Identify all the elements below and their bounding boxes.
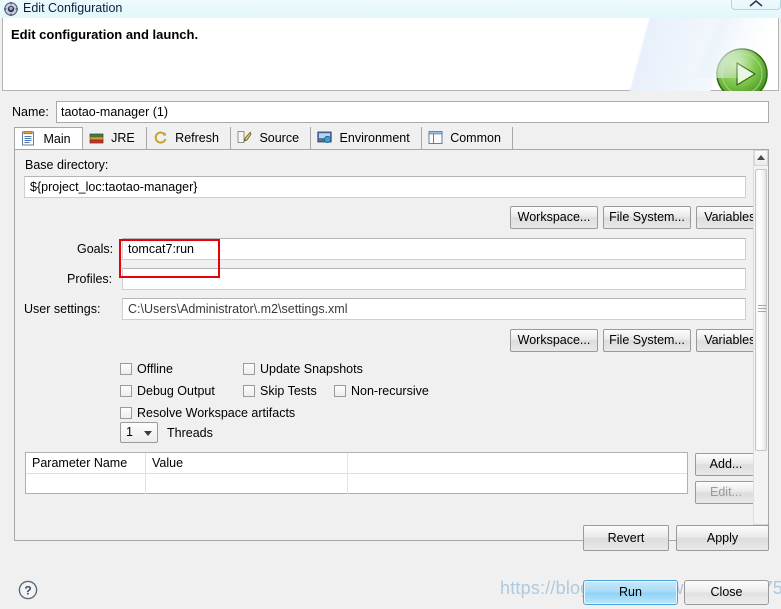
tab-jre-label: JRE bbox=[111, 131, 135, 145]
checkbox-resolve-workspace-artifacts[interactable]: Resolve Workspace artifacts bbox=[120, 406, 295, 420]
tab-common[interactable]: Common bbox=[421, 127, 513, 150]
tab-common-label: Common bbox=[450, 131, 501, 145]
column-filler bbox=[348, 453, 687, 474]
main-tab-panel: Base directory: ${project_loc:taotao-man… bbox=[14, 149, 769, 541]
user-settings-filesystem-button[interactable]: File System... bbox=[603, 329, 691, 352]
tab-environment[interactable]: Environment bbox=[311, 127, 422, 150]
profiles-input[interactable] bbox=[122, 268, 746, 290]
tab-main[interactable]: Main bbox=[14, 127, 83, 150]
run-button[interactable]: Run bbox=[583, 580, 678, 605]
gear-icon bbox=[4, 2, 18, 16]
edit-parameter-button[interactable]: Edit... bbox=[695, 481, 753, 504]
add-parameter-button[interactable]: Add... bbox=[695, 453, 753, 476]
base-directory-label: Base directory: bbox=[25, 158, 109, 172]
checkbox-non-recursive-box[interactable] bbox=[334, 385, 346, 397]
column-parameter-name[interactable]: Parameter Name bbox=[26, 453, 146, 474]
checkbox-skip-tests-label: Skip Tests bbox=[260, 384, 317, 398]
tab-refresh[interactable]: Refresh bbox=[146, 127, 231, 150]
checkbox-debug-output[interactable]: Debug Output bbox=[120, 384, 215, 398]
checkbox-resolve-workspace-artifacts-label: Resolve Workspace artifacts bbox=[137, 406, 296, 420]
refresh-arrows-icon bbox=[153, 130, 168, 145]
source-pencil-icon bbox=[237, 130, 252, 145]
checkbox-skip-tests-box[interactable] bbox=[243, 385, 255, 397]
checkbox-debug-output-box[interactable] bbox=[120, 385, 132, 397]
checkbox-offline[interactable]: Offline bbox=[120, 362, 173, 376]
tab-main-label: Main bbox=[43, 132, 71, 146]
checkbox-non-recursive-label: Non-recursive bbox=[351, 384, 429, 398]
dialog-body: Name: taotao-manager (1) Main JRE Refres… bbox=[0, 91, 781, 609]
scrollbar-grip-icon bbox=[758, 305, 766, 315]
user-settings-input[interactable]: C:\Users\Administrator\.m2\settings.xml bbox=[122, 298, 746, 320]
revert-button[interactable]: Revert bbox=[583, 525, 669, 551]
threads-select[interactable]: 1 bbox=[120, 422, 158, 443]
scroll-up-icon[interactable] bbox=[754, 150, 768, 166]
table-row[interactable] bbox=[26, 474, 146, 494]
threads-value: 1 bbox=[126, 425, 133, 439]
tab-jre[interactable]: JRE bbox=[82, 127, 147, 150]
goals-input[interactable]: tomcat7:run bbox=[122, 238, 746, 260]
base-dir-workspace-button[interactable]: Workspace... bbox=[510, 206, 598, 229]
tab-strip: Main JRE Refresh Source Environment Comm… bbox=[14, 127, 769, 150]
base-dir-variables-button[interactable]: Variables... bbox=[696, 206, 753, 229]
checkbox-update-snapshots[interactable]: Update Snapshots bbox=[243, 362, 363, 376]
checkbox-debug-output-label: Debug Output bbox=[137, 384, 215, 398]
threads-label: Threads bbox=[167, 426, 213, 440]
parameter-table-header: Parameter Name Value bbox=[26, 453, 687, 474]
user-settings-workspace-button[interactable]: Workspace... bbox=[510, 329, 598, 352]
checkbox-offline-box[interactable] bbox=[120, 363, 132, 375]
main-tab-content: Base directory: ${project_loc:taotao-man… bbox=[15, 150, 753, 540]
user-settings-variables-button[interactable]: Variables... bbox=[696, 329, 753, 352]
parameter-table[interactable]: Parameter Name Value bbox=[25, 452, 688, 494]
dialog-header: Edit configuration and launch. bbox=[2, 18, 779, 100]
tab-refresh-label: Refresh bbox=[175, 131, 219, 145]
title-bar: Edit Configuration bbox=[0, 0, 781, 18]
close-button[interactable]: Close bbox=[684, 580, 769, 605]
help-question-icon[interactable]: ? bbox=[18, 580, 38, 600]
edit-configuration-dialog: Edit Configuration Edit configuration an… bbox=[0, 0, 781, 609]
tab-source[interactable]: Source bbox=[230, 127, 312, 150]
column-value[interactable]: Value bbox=[146, 453, 348, 474]
checkbox-update-snapshots-box[interactable] bbox=[243, 363, 255, 375]
checkbox-resolve-workspace-artifacts-box[interactable] bbox=[120, 407, 132, 419]
jre-books-icon bbox=[89, 130, 104, 145]
common-window-icon bbox=[428, 130, 443, 145]
base-directory-input[interactable]: ${project_loc:taotao-manager} bbox=[24, 176, 746, 198]
apply-button[interactable]: Apply bbox=[676, 525, 769, 551]
goals-label: Goals: bbox=[77, 242, 114, 256]
scrollbar-thumb[interactable] bbox=[755, 169, 767, 451]
window-close-icon bbox=[749, 0, 763, 7]
tab-source-label: Source bbox=[259, 131, 300, 145]
checkbox-update-snapshots-label: Update Snapshots bbox=[260, 362, 363, 376]
window-title: Edit Configuration bbox=[23, 1, 123, 15]
chevron-down-icon bbox=[144, 431, 152, 436]
svg-text:?: ? bbox=[24, 584, 31, 598]
page-title: Edit configuration and launch. bbox=[11, 27, 199, 42]
checkbox-offline-label: Offline bbox=[137, 362, 173, 376]
profiles-label: Profiles: bbox=[67, 272, 113, 286]
environment-icon bbox=[317, 130, 332, 145]
window-close-button[interactable] bbox=[731, 0, 781, 10]
name-row: Name: taotao-manager (1) bbox=[12, 101, 769, 123]
user-settings-label: User settings: bbox=[24, 302, 101, 316]
content-scrollbar[interactable] bbox=[753, 150, 768, 540]
name-label: Name: bbox=[12, 105, 49, 119]
checkbox-skip-tests[interactable]: Skip Tests bbox=[243, 384, 317, 398]
table-row[interactable] bbox=[348, 474, 687, 494]
base-dir-filesystem-button[interactable]: File System... bbox=[603, 206, 691, 229]
checkbox-non-recursive[interactable]: Non-recursive bbox=[334, 384, 429, 398]
tab-environment-label: Environment bbox=[339, 131, 410, 145]
name-input[interactable]: taotao-manager (1) bbox=[56, 101, 769, 123]
document-icon bbox=[21, 131, 36, 146]
table-row[interactable] bbox=[146, 474, 348, 494]
